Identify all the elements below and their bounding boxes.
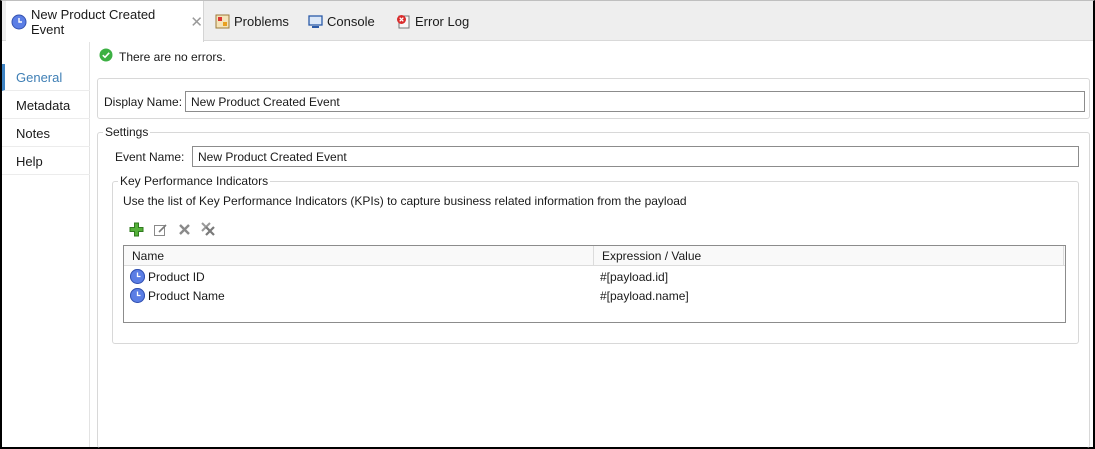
- kpi-expression-cell: #[payload.name]: [600, 288, 689, 303]
- sidebar-item-help[interactable]: Help: [2, 148, 90, 175]
- sidebar-item-general[interactable]: General: [2, 64, 90, 91]
- delete-all-icon[interactable]: [199, 220, 217, 238]
- validation-status: There are no errors.: [99, 48, 226, 65]
- tab-label: Problems: [234, 13, 289, 29]
- column-header-expression[interactable]: Expression / Value: [594, 246, 1064, 266]
- table-header: Name Expression / Value: [124, 246, 1065, 266]
- sidebar-item-label: Help: [16, 153, 43, 169]
- sidebar-item-label: General: [16, 69, 63, 85]
- problems-icon: [215, 14, 230, 29]
- tab-console[interactable]: Console: [308, 1, 375, 41]
- kpi-clock-icon: [130, 288, 145, 303]
- edit-icon[interactable]: [151, 220, 169, 238]
- settings-title: Settings: [103, 125, 151, 139]
- event-name-input[interactable]: [192, 146, 1079, 167]
- column-header-name[interactable]: Name: [124, 246, 594, 266]
- tab-error-log[interactable]: Error Log: [396, 1, 469, 41]
- kpi-expression-cell: #[payload.id]: [600, 269, 669, 284]
- sidebar-item-label: Notes: [16, 125, 50, 141]
- kpi-title: Key Performance Indicators: [118, 174, 271, 188]
- tab-new-product-created-event[interactable]: New Product Created Event ✕: [6, 1, 204, 42]
- kpi-name-cell: Product ID: [130, 267, 205, 286]
- kpi-table: Name Expression / Value Product ID #[pay…: [123, 245, 1066, 323]
- sidebar-item-notes[interactable]: Notes: [2, 120, 90, 147]
- delete-icon[interactable]: [175, 220, 193, 238]
- display-name-label: Display Name:: [104, 95, 183, 109]
- table-row[interactable]: Product ID #[payload.id]: [124, 267, 1065, 286]
- sidebar-item-label: Metadata: [16, 97, 71, 113]
- kpi-name-cell: Product Name: [130, 286, 225, 305]
- editor-tab-bar: New Product Created Event ✕ Problems Con…: [2, 1, 1093, 42]
- check-circle-icon: [99, 48, 113, 65]
- console-icon: [308, 14, 323, 29]
- table-row[interactable]: Product Name #[payload.name]: [124, 286, 1065, 305]
- event-name-label: Event Name:: [115, 150, 185, 164]
- sidebar-item-metadata[interactable]: Metadata: [2, 92, 90, 119]
- tab-label: Console: [327, 13, 375, 29]
- kpi-clock-icon: [130, 269, 145, 284]
- close-icon[interactable]: ✕: [190, 13, 203, 31]
- add-icon[interactable]: [127, 220, 145, 238]
- status-text: There are no errors.: [119, 49, 226, 64]
- tab-problems[interactable]: Problems: [215, 1, 289, 41]
- tab-label: Error Log: [415, 13, 470, 29]
- event-clock-icon: [11, 14, 27, 30]
- kpi-toolbar: [127, 220, 217, 238]
- error-log-icon: [396, 14, 411, 29]
- kpi-description: Use the list of Key Performance Indicato…: [123, 194, 687, 208]
- sidebar: General Metadata Notes Help: [2, 42, 90, 447]
- tab-label: New Product Created Event: [31, 6, 156, 37]
- display-name-input[interactable]: [185, 91, 1085, 112]
